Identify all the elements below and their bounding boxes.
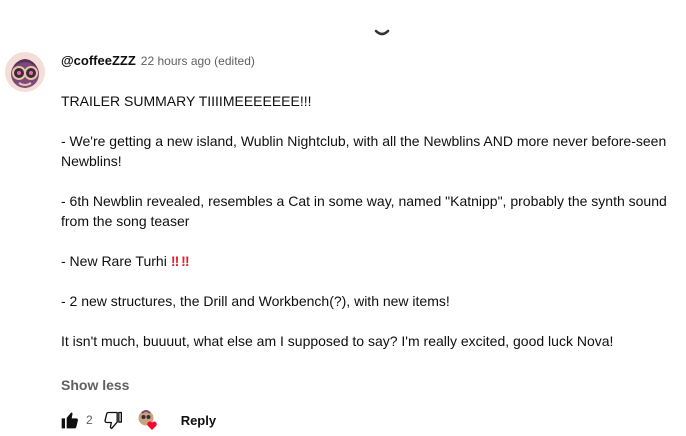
comment-paragraph: It isn't much, buuuut, what else am I su… [61, 333, 614, 349]
comment-body: TRAILER SUMMARY TIIIIMEEEEEEE!!! - We're… [61, 91, 686, 351]
loading-spinner-icon [374, 29, 390, 36]
comment-timestamp[interactable]: 22 hours ago (edited) [141, 54, 255, 68]
thumbs-down-outline-icon [104, 411, 122, 429]
double-exclamation-emoji: ‼ ‼ [170, 253, 190, 269]
comment-paragraph: TRAILER SUMMARY TIIIIMEEEEEEE!!! [61, 93, 312, 109]
comment-author[interactable]: @coffeeZZZ [61, 53, 136, 68]
comment-paragraph: - 2 new structures, the Drill and Workbe… [61, 293, 450, 309]
creator-heart[interactable] [137, 409, 159, 431]
like-count: 2 [86, 413, 93, 427]
comment-header: @coffeeZZZ 22 hours ago (edited) [61, 53, 255, 71]
reply-button[interactable]: Reply [181, 413, 216, 428]
comment-paragraph: - New Rare Turhi ‼ ‼ [61, 251, 686, 271]
comment-paragraph: - 6th Newblin revealed, resembles a Cat … [61, 193, 667, 229]
show-less-button[interactable]: Show less [61, 377, 129, 393]
comment-paragraph: - We're getting a new island, Wublin Nig… [61, 133, 667, 169]
comment-paragraph-text: - New Rare Turhi [61, 253, 167, 269]
thumbs-up-filled-icon [61, 412, 78, 429]
creator-heart-icon [138, 410, 157, 430]
like-button[interactable] [60, 410, 80, 430]
comment-action-bar: 2 Reply [60, 407, 216, 433]
dislike-button[interactable] [103, 410, 123, 430]
avatar[interactable] [5, 52, 45, 92]
